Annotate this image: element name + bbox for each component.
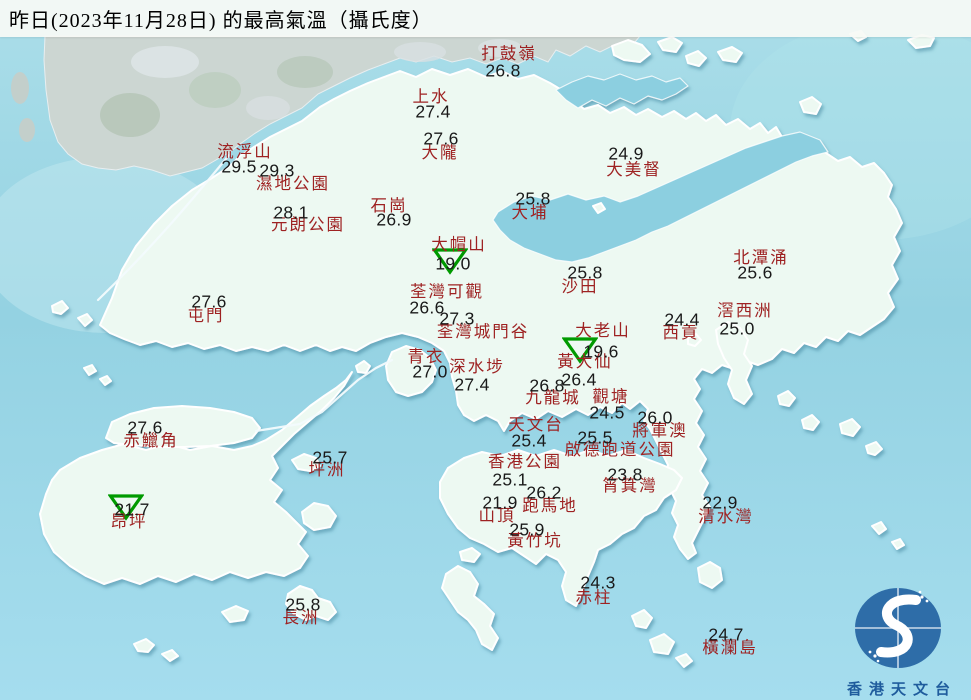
page-title: 昨日(2023年11月28日) 的最高氣溫（攝氏度） <box>9 10 433 32</box>
station-temperature: 27.3 <box>439 308 475 329</box>
station-temperature: 25.9 <box>509 519 545 540</box>
station-temperature: 24.4 <box>664 309 700 330</box>
station-temperature: 26.2 <box>526 482 562 503</box>
station-temperature: 27.0 <box>412 361 448 382</box>
station-temperature: 26.8 <box>529 375 565 396</box>
station-temperature: 25.6 <box>737 262 773 283</box>
station-name: 大老山 <box>575 320 631 340</box>
station-temperature: 24.9 <box>608 143 644 164</box>
station-temperature: 25.5 <box>577 427 613 448</box>
station-name: 大美督 <box>606 159 662 179</box>
station-temperature: 21.7 <box>114 499 150 520</box>
station-temperature: 27.4 <box>454 374 490 395</box>
station-temperature: 25.0 <box>719 318 755 339</box>
station-temperature: 25.8 <box>567 262 603 283</box>
station-temperature: 24.5 <box>589 402 625 423</box>
station-temperature: 24.7 <box>708 624 744 645</box>
hko-max-temperature-map-page: 26.8 打鼓嶺 27.4 上水 27.6 大隴 29.5 流浮山 29.3 濕地公園 28.1 元朗… <box>0 0 971 700</box>
station-temperature: 19.0 <box>435 253 471 274</box>
station-temperature: 29.5 <box>221 156 257 177</box>
station-temperature: 22.9 <box>702 492 738 513</box>
station-temperature: 26.4 <box>561 369 597 390</box>
title-bar: 昨日(2023年11月28日) 的最高氣溫（攝氏度） <box>0 0 971 37</box>
station-name: 香港公園 <box>488 451 562 471</box>
station-temperature: 28.1 <box>273 202 309 223</box>
station-temperature: 26.9 <box>376 209 412 230</box>
station-name: 深水埗 <box>449 356 505 376</box>
station-temperature: 25.8 <box>285 594 321 615</box>
station-temperature: 27.6 <box>191 291 227 312</box>
station-temperature: 27.6 <box>423 128 459 149</box>
hko-logo-chinese-text: 香港天文台 <box>846 682 957 698</box>
station-temperature: 25.7 <box>312 447 348 468</box>
station-temperature: 26.8 <box>485 60 521 81</box>
station-temperature: 25.4 <box>511 430 547 451</box>
station-temperature: 26.0 <box>637 407 673 428</box>
hko-logo: 香港天文台 HONG KONG OBSERVATORY <box>826 572 971 698</box>
hko-logo-icon <box>855 588 941 668</box>
station-temperature: 21.9 <box>482 492 518 513</box>
station-name: 滘西洲 <box>717 300 773 320</box>
station-temperature: 25.1 <box>492 469 528 490</box>
station-temperature: 27.6 <box>127 417 163 438</box>
station-temperature: 19.6 <box>583 341 619 362</box>
station-temperature: 24.3 <box>580 572 616 593</box>
station-temperature: 23.8 <box>607 464 643 485</box>
station-temperature: 25.8 <box>515 188 551 209</box>
station-temperature: 27.4 <box>415 101 451 122</box>
station-temperature: 29.3 <box>259 160 295 181</box>
station-name: 大帽山 <box>431 234 487 254</box>
